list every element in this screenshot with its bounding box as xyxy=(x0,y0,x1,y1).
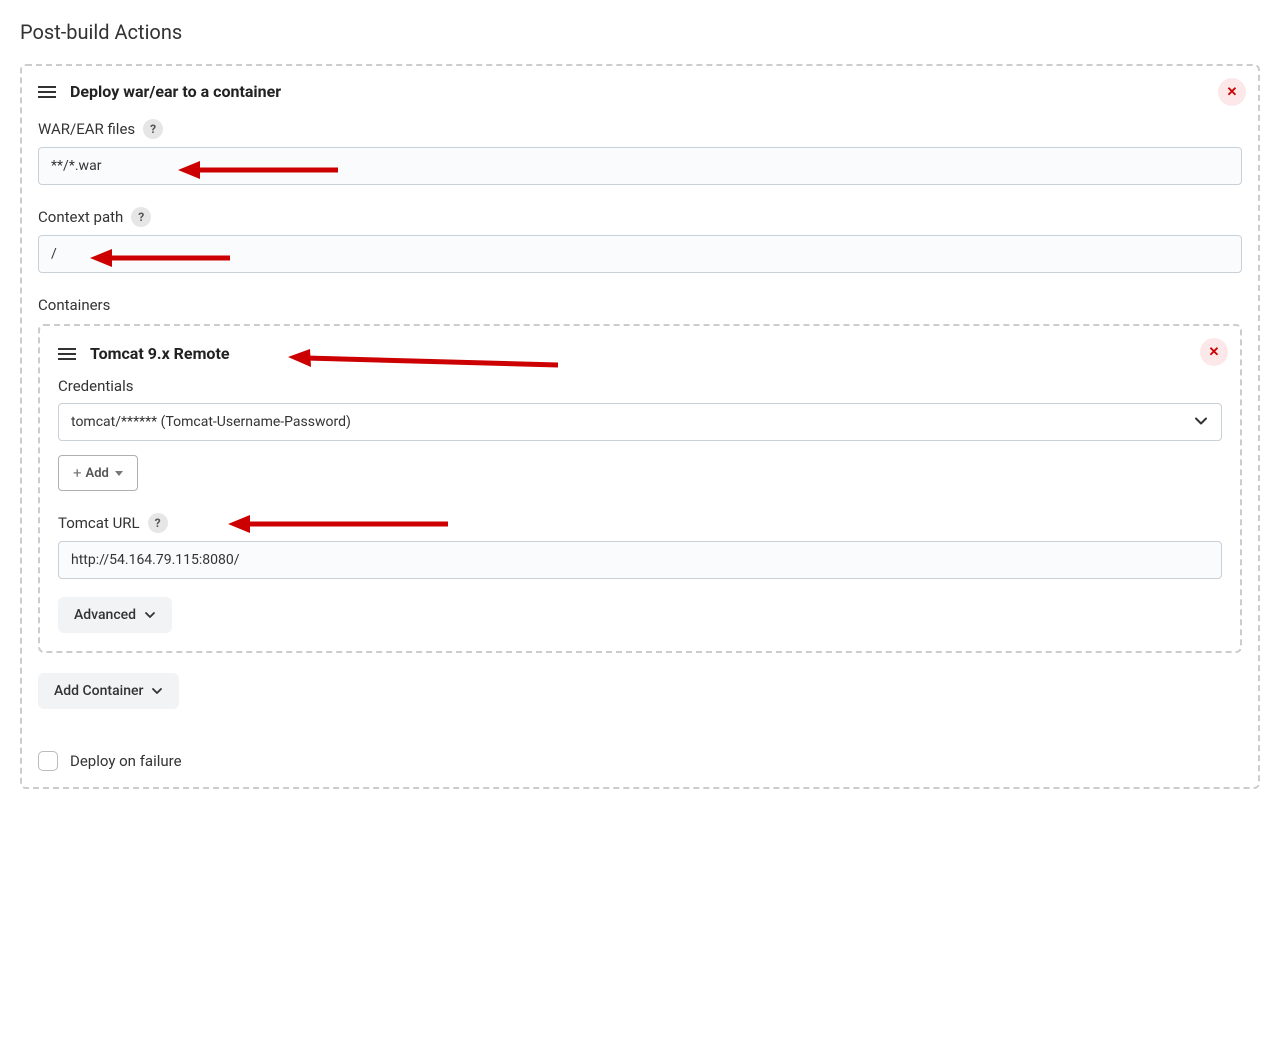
deploy-action-box: Deploy war/ear to a container WAR/EAR fi… xyxy=(20,64,1260,789)
page-title: Post-build Actions xyxy=(20,20,1260,44)
add-container-button[interactable]: Add Container xyxy=(38,673,179,709)
arrow-annotation xyxy=(288,346,558,374)
help-icon[interactable]: ? xyxy=(143,119,163,139)
help-icon[interactable]: ? xyxy=(148,513,168,533)
chevron-down-icon xyxy=(151,685,163,697)
deploy-on-failure-label: Deploy on failure xyxy=(70,752,182,770)
drag-handle-icon[interactable] xyxy=(38,86,56,98)
remove-container-button[interactable] xyxy=(1200,338,1228,366)
context-path-label: Context path xyxy=(38,208,123,226)
container-box: Tomcat 9.x Remote Credentials tomcat/***… xyxy=(38,324,1242,653)
section-title: Deploy war/ear to a container xyxy=(70,82,281,101)
help-icon[interactable]: ? xyxy=(131,207,151,227)
tomcat-url-input[interactable] xyxy=(58,541,1222,579)
add-button-label: Add xyxy=(86,466,109,481)
context-path-input[interactable] xyxy=(38,235,1242,273)
chevron-down-icon xyxy=(144,609,156,621)
containers-label: Containers xyxy=(38,296,110,314)
tomcat-url-label: Tomcat URL xyxy=(58,514,140,532)
advanced-button[interactable]: Advanced xyxy=(58,597,172,633)
arrow-annotation xyxy=(228,511,448,537)
credentials-label: Credentials xyxy=(58,377,133,395)
container-title: Tomcat 9.x Remote xyxy=(90,344,230,363)
credentials-select[interactable]: tomcat/****** (Tomcat-Username-Password) xyxy=(58,403,1222,441)
drag-handle-icon[interactable] xyxy=(58,348,76,360)
war-files-label: WAR/EAR files xyxy=(38,120,135,138)
caret-down-icon xyxy=(115,466,123,481)
deploy-on-failure-checkbox[interactable] xyxy=(38,751,58,771)
advanced-button-label: Advanced xyxy=(74,607,136,623)
war-files-input[interactable] xyxy=(38,147,1242,185)
plus-icon: + xyxy=(73,464,82,482)
add-container-label: Add Container xyxy=(54,683,143,699)
remove-action-button[interactable] xyxy=(1218,78,1246,106)
add-credentials-button[interactable]: + Add xyxy=(58,455,138,491)
